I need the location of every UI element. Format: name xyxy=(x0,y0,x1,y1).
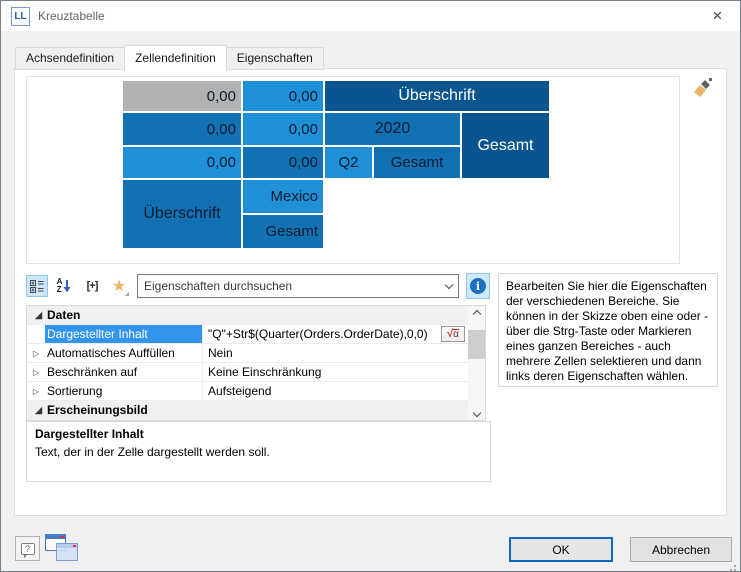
category-label: Erscheinungsbild xyxy=(45,403,148,417)
front-window-shape xyxy=(56,543,78,561)
property-value[interactable]: Nein xyxy=(202,344,468,362)
info-button[interactable]: i xyxy=(466,273,490,299)
property-row-beschraenken-auf[interactable]: ▷ Beschränken auf Keine Einschränkung xyxy=(27,363,468,382)
property-value[interactable]: "Q"+Str$(Quarter(Orders.OrderDate),0,0) … xyxy=(202,325,468,343)
data-cell[interactable]: 0,00 xyxy=(243,81,323,111)
sort-az-icon[interactable]: AZ xyxy=(53,275,75,297)
grand-total-cell[interactable]: Gesamt xyxy=(462,113,549,178)
description-text: Text, der in der Zelle dargestellt werde… xyxy=(35,445,482,459)
row-total-cell[interactable]: Gesamt xyxy=(243,215,323,248)
tab-achsendefinition[interactable]: Achsendefinition xyxy=(15,47,125,70)
property-name[interactable]: Sortierung xyxy=(45,382,202,400)
resize-grip[interactable] xyxy=(734,565,736,567)
alpha-icon: α xyxy=(453,329,459,340)
property-row-sortierung[interactable]: ▷ Sortierung Aufsteigend xyxy=(27,382,468,401)
scrollbar[interactable] xyxy=(468,306,485,420)
property-description-panel: Dargestellter Inhalt Text, der in der Ze… xyxy=(26,421,491,482)
category-label: Daten xyxy=(45,308,80,322)
formula-editor-button[interactable]: √ α xyxy=(441,326,465,342)
property-grid-rows: ◢ Daten Dargestellter Inhalt "Q"+Str$(Qu… xyxy=(27,306,468,420)
property-search-combobox[interactable] xyxy=(137,274,459,298)
favorites-star-icon[interactable]: ★ xyxy=(108,275,130,297)
brush-icon[interactable] xyxy=(692,77,714,99)
chevron-down-icon[interactable] xyxy=(445,281,453,289)
property-name[interactable]: Beschränken auf xyxy=(45,363,202,381)
data-cell[interactable]: 0,00 xyxy=(123,147,241,178)
sort-letters: AZ xyxy=(57,278,63,294)
property-row-automatisches-auffuellen[interactable]: ▷ Automatisches Auffüllen Nein xyxy=(27,344,468,363)
data-cell[interactable]: 0,00 xyxy=(243,113,323,145)
property-value[interactable]: Keine Einschränkung xyxy=(202,363,468,381)
expand-triangle-icon[interactable]: ▷ xyxy=(27,387,45,396)
row-title-cell[interactable]: Überschrift xyxy=(123,180,241,248)
windows-overlap-icon[interactable] xyxy=(45,532,79,564)
help-text-panel: Bearbeiten Sie hier die Eigenschaften de… xyxy=(498,273,718,387)
tab-strip: Achsendefinition Zellendefinition Eigens… xyxy=(15,45,323,70)
description-title: Dargestellter Inhalt xyxy=(35,427,482,441)
app-ll-icon: LL xyxy=(11,7,30,26)
kreuztabelle-dialog: LL Kreuztabelle × Achsendefinition Zelle… xyxy=(0,0,741,572)
close-icon[interactable]: × xyxy=(695,1,740,31)
property-name[interactable]: Dargestellter Inhalt xyxy=(45,325,202,343)
row-item-cell[interactable]: Mexico xyxy=(243,180,323,213)
category-row-daten[interactable]: ◢ Daten xyxy=(27,306,468,325)
ok-button[interactable]: OK xyxy=(509,537,613,562)
property-value-text: "Q"+Str$(Quarter(Orders.OrderDate),0,0) xyxy=(208,327,428,341)
property-value-text: Aufsteigend xyxy=(208,384,271,398)
context-help-button[interactable]: ? xyxy=(15,536,40,561)
expand-triangle-icon[interactable]: ▷ xyxy=(27,349,45,358)
property-value[interactable]: Aufsteigend xyxy=(202,382,468,400)
info-icon: i xyxy=(470,278,486,294)
tab-eigenschaften[interactable]: Eigenschaften xyxy=(226,47,324,70)
column-title-cell[interactable]: Überschrift xyxy=(325,81,549,111)
help-icon: ? xyxy=(21,543,35,555)
property-name[interactable]: Automatisches Auffüllen xyxy=(45,344,202,362)
search-input[interactable] xyxy=(142,276,432,296)
property-grid: ◢ Daten Dargestellter Inhalt "Q"+Str$(Qu… xyxy=(26,305,486,421)
category-row-erscheinungsbild[interactable]: ◢ Erscheinungsbild xyxy=(27,401,468,420)
scroll-down-icon[interactable] xyxy=(468,405,485,420)
collapse-triangle-icon[interactable]: ◢ xyxy=(27,310,45,321)
column-subtotal-cell[interactable]: Gesamt xyxy=(374,147,460,178)
property-value-text: Keine Einschränkung xyxy=(208,365,321,379)
data-cell[interactable]: 0,00 xyxy=(123,113,241,145)
scroll-up-icon[interactable] xyxy=(468,306,485,321)
property-row-dargestellter-inhalt[interactable]: Dargestellter Inhalt "Q"+Str$(Quarter(Or… xyxy=(27,325,468,344)
year-group-cell[interactable]: 2020 xyxy=(325,113,460,145)
categorized-view-icon[interactable] xyxy=(26,275,48,297)
tab-zellendefinition[interactable]: Zellendefinition xyxy=(124,45,227,71)
title-bar: LL Kreuztabelle × xyxy=(1,1,740,31)
crosstab-sketch: Überschrift 2020 Gesamt Q2 Gesamt Übersc… xyxy=(123,81,549,248)
data-cell-selected[interactable]: 0,00 xyxy=(123,81,241,111)
scrollbar-thumb[interactable] xyxy=(468,330,485,359)
data-cell[interactable]: 0,00 xyxy=(243,147,323,178)
cancel-button[interactable]: Abbrechen xyxy=(630,537,732,562)
property-value-text: Nein xyxy=(208,346,233,360)
collapse-triangle-icon[interactable]: ◢ xyxy=(27,405,45,416)
quarter-cell[interactable]: Q2 xyxy=(325,147,372,178)
window-title: Kreuztabelle xyxy=(38,1,105,31)
expand-all-icon[interactable]: [+] xyxy=(81,275,103,297)
expand-triangle-icon[interactable]: ▷ xyxy=(27,368,45,377)
